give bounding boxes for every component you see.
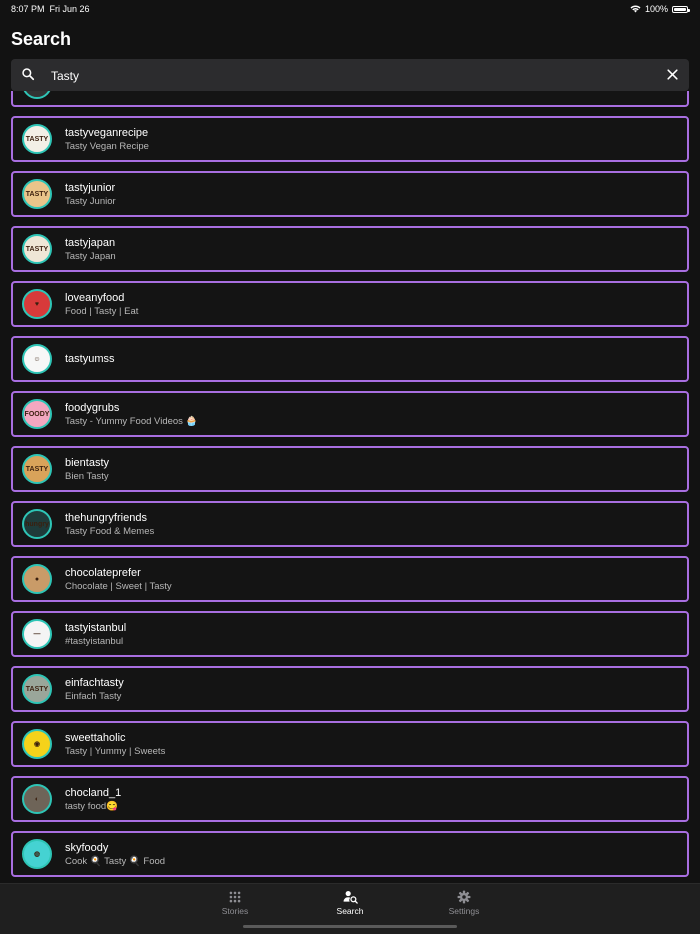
list-item[interactable]: TASTY tastyjapan Tasty Japan [11,226,689,272]
avatar: ♥ [22,289,52,319]
result-subtitle: #tastyistanbul [65,636,124,647]
avatar: ◉ [22,729,52,759]
result-username: loveanyfood [65,292,125,304]
list-item[interactable]: ☺ tastyumss [11,336,689,382]
avatar: TASTY [22,124,52,154]
avatar: ◍ [22,839,52,869]
battery-percent: 100% [644,4,668,14]
result-subtitle: Tasty Junior [65,196,116,207]
result-username: skyfoody [65,842,109,854]
result-subtitle: Tasty | Yummy | Sweets [65,746,166,757]
result-subtitle: Tasty Japan [65,251,116,262]
tab-label: Search [336,906,364,916]
list-item[interactable]: — tastyistanbul #tastyistanbul [11,611,689,657]
result-username: tastyjapan [65,237,116,249]
result-username: chocland_1 [65,787,122,799]
result-username: tastyumss [65,353,115,365]
result-subtitle: Tasty Vegan Recipe [65,141,149,152]
result-username: tastyjunior [65,182,116,194]
list-item[interactable]: ◐ chocland_1tasty food😋 [11,776,689,822]
page-title: Search [11,29,72,49]
avatar: TASTY [22,674,52,704]
list-item[interactable]: TASTY tastyveganrecipe Tasty Vegan Recipe [11,116,689,162]
result-username: sweettaholic [65,732,126,744]
result-username: tastyistanbul [65,622,127,634]
result-username: bientasty [65,457,110,469]
list-item[interactable]: TASTY bientasty Bien Tasty [11,446,689,492]
person-search-icon [343,890,358,904]
grid-icon [229,891,241,903]
tab-stories[interactable]: Stories [195,890,275,916]
list-item[interactable]: ● chocolateprefer Chocolate | Sweet | Tast… [11,556,689,602]
status-right: 100% [630,4,690,14]
avatar [22,91,52,99]
list-item[interactable]: ◍ skyfoody Cook 🍳 Tasty 🍳 Food [11,831,689,877]
avatar: TASTY [22,234,52,264]
list-item[interactable]: FOODY foodygrubs Tasty - Yummy Food Videos… [11,391,689,437]
list-item[interactable]: TASTY tastyjunior Tasty Junior [11,171,689,217]
result-username: chocolateprefer [65,567,141,579]
list-item[interactable]: ◉ sweettaholic Tasty | Yummy | Sweets [11,721,689,767]
result-subtitle: Food | Tasty | Eat [65,306,139,317]
search-icon [22,68,35,81]
list-item[interactable]: hungry thehungryfriends Tasty Food & Memes [11,501,689,547]
search-input[interactable] [49,59,653,93]
avatar: TASTY [22,179,52,209]
list-item[interactable] [11,91,689,107]
result-subtitle: Einfach Tasty [65,691,122,702]
tab-label: Stories [221,906,249,916]
avatar: hungry [22,509,52,539]
wifi-icon [630,5,641,13]
list-item[interactable]: TASTY einfachtasty Einfach Tasty [11,666,689,712]
result-subtitle: Chocolate | Sweet | Tasty [65,581,172,592]
results-list[interactable]: TASTY tastyveganrecipe Tasty Vegan Recipe T… [0,91,700,883]
tab-settings[interactable]: Settings [424,890,504,916]
result-subtitle: Bien Tasty [65,471,109,482]
result-subtitle: tasty food😋 [65,801,119,812]
tab-search[interactable]: Search [310,890,390,916]
avatar: TASTY [22,454,52,484]
result-username: foodygrubs [65,402,120,414]
result-subtitle: Cook 🍳 Tasty 🍳 Food [65,856,166,867]
search-bar[interactable] [11,59,689,93]
result-subtitle: Tasty Food & Memes [65,526,155,537]
avatar: ☺ [22,344,52,374]
result-subtitle: Tasty - Yummy Food Videos 🧁 [65,416,198,427]
list-item[interactable]: ♥ loveanyfood Food | Tasty | Eat [11,281,689,327]
status-bar: 8:07 PM Fri Jun 26 100% [0,0,700,18]
gear-icon [457,890,471,904]
result-username: einfachtasty [65,677,124,689]
battery-icon [672,5,690,13]
tab-label: Settings [448,906,480,916]
avatar: FOODY [22,399,52,429]
status-time: 8:07 PM Fri Jun 26 [11,4,90,14]
avatar: ● [22,564,52,594]
close-icon[interactable] [666,68,679,81]
home-indicator [243,925,457,928]
result-username: thehungryfriends [65,512,147,524]
result-username: tastyveganrecipe [65,127,149,139]
avatar: — [22,619,52,649]
avatar: ◐ [22,784,52,814]
